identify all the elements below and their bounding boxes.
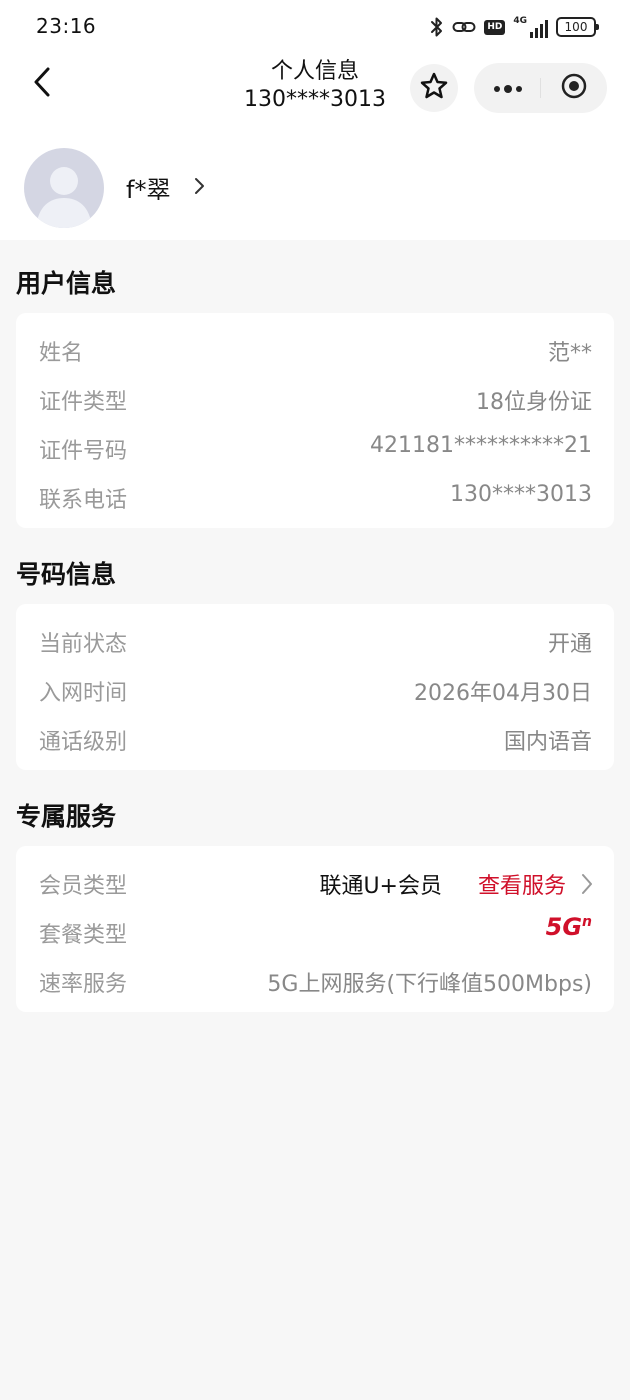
info-row-package-type: 套餐类型 5Gn [16, 911, 614, 951]
nav-bar: 个人信息 130****3013 [0, 56, 630, 126]
more-button[interactable] [488, 63, 528, 113]
info-row-member-type: 会员类型 联通U+会员 查看服务 [16, 862, 614, 902]
row-label: 联系电话 [39, 488, 128, 513]
row-label: 套餐类型 [39, 923, 128, 948]
network-type: 4G [513, 16, 527, 26]
user-info-card: 姓名 范** 证件类型 18位身份证 证件号码 421181**********… [16, 313, 614, 528]
section-title-user-info: 用户信息 [16, 269, 117, 298]
view-service-link[interactable]: 查看服务 [478, 868, 566, 900]
info-row-join-date: 入网时间 2026年04月30日 [16, 669, 614, 709]
info-row-phone: 联系电话 130****3013 [16, 476, 614, 516]
row-value: 421181**********21 [370, 433, 592, 458]
row-label: 姓名 [39, 341, 84, 366]
section-title-exclusive-service: 专属服务 [16, 802, 117, 831]
row-label: 入网时间 [39, 681, 128, 706]
back-button[interactable] [26, 64, 58, 104]
info-row-name: 姓名 范** [16, 329, 614, 369]
row-value: 5G上网服务(下行峰值500Mbps) [267, 972, 592, 997]
profile-row[interactable]: f*翠 [0, 140, 630, 236]
row-value: 2026年04月30日 [414, 681, 592, 706]
row-value: 130****3013 [450, 482, 592, 507]
profile-name: f*翠 [126, 176, 171, 204]
chevron-right-icon [192, 176, 206, 200]
row-value: 国内语音 [503, 730, 592, 755]
5g-logo: 5Gn [546, 913, 592, 941]
target-icon [560, 72, 588, 104]
row-label: 证件类型 [39, 390, 128, 415]
hd-icon: HD [484, 19, 506, 35]
page-title-text: 个人信息 [270, 59, 359, 84]
status-bar: 23:16 HD 4G 100 [0, 0, 630, 56]
row-label: 证件号码 [39, 439, 128, 464]
close-miniapp-button[interactable] [554, 63, 594, 113]
bluetooth-icon [430, 16, 444, 38]
number-info-card: 当前状态 开通 入网时间 2026年04月30日 通话级别 国内语音 [16, 604, 614, 770]
chevron-right-icon[interactable] [580, 872, 594, 900]
link-icon [452, 17, 476, 37]
row-value: 18位身份证 [476, 390, 592, 415]
page-title: 个人信息 130****3013 [230, 58, 400, 114]
row-label: 会员类型 [39, 874, 128, 899]
status-time: 23:16 [36, 14, 97, 38]
member-type-value: 联通U+会员 [319, 874, 442, 899]
row-value: 开通 [547, 632, 592, 657]
row-label: 当前状态 [39, 632, 128, 657]
favorite-button[interactable] [410, 64, 458, 112]
page-subtitle: 130****3013 [244, 87, 386, 112]
battery-icon: 100 [556, 17, 599, 37]
star-icon [419, 71, 449, 105]
info-row-id-type: 证件类型 18位身份证 [16, 378, 614, 418]
capsule-divider [540, 78, 541, 98]
exclusive-service-card: 会员类型 联通U+会员 查看服务 套餐类型 5Gn 速率服务 5G上网服务(下行… [16, 846, 614, 1012]
5g-logo-sup: n [582, 914, 592, 930]
info-row-id-number: 证件号码 421181**********21 [16, 427, 614, 467]
row-label: 速率服务 [39, 972, 128, 997]
more-icon [493, 79, 523, 98]
5g-logo-text: 5G [545, 913, 583, 941]
row-label: 通话级别 [39, 730, 128, 755]
status-icons: HD 4G 100 [430, 14, 599, 40]
info-row-status: 当前状态 开通 [16, 620, 614, 660]
avatar-icon [24, 148, 104, 228]
miniapp-capsule [474, 63, 607, 113]
section-title-number-info: 号码信息 [16, 560, 117, 589]
row-value: 范** [547, 341, 592, 366]
info-row-speed-service: 速率服务 5G上网服务(下行峰值500Mbps) [16, 960, 614, 1000]
info-row-call-level: 通话级别 国内语音 [16, 718, 614, 758]
signal-icon: 4G [513, 16, 548, 38]
back-icon [32, 66, 52, 102]
